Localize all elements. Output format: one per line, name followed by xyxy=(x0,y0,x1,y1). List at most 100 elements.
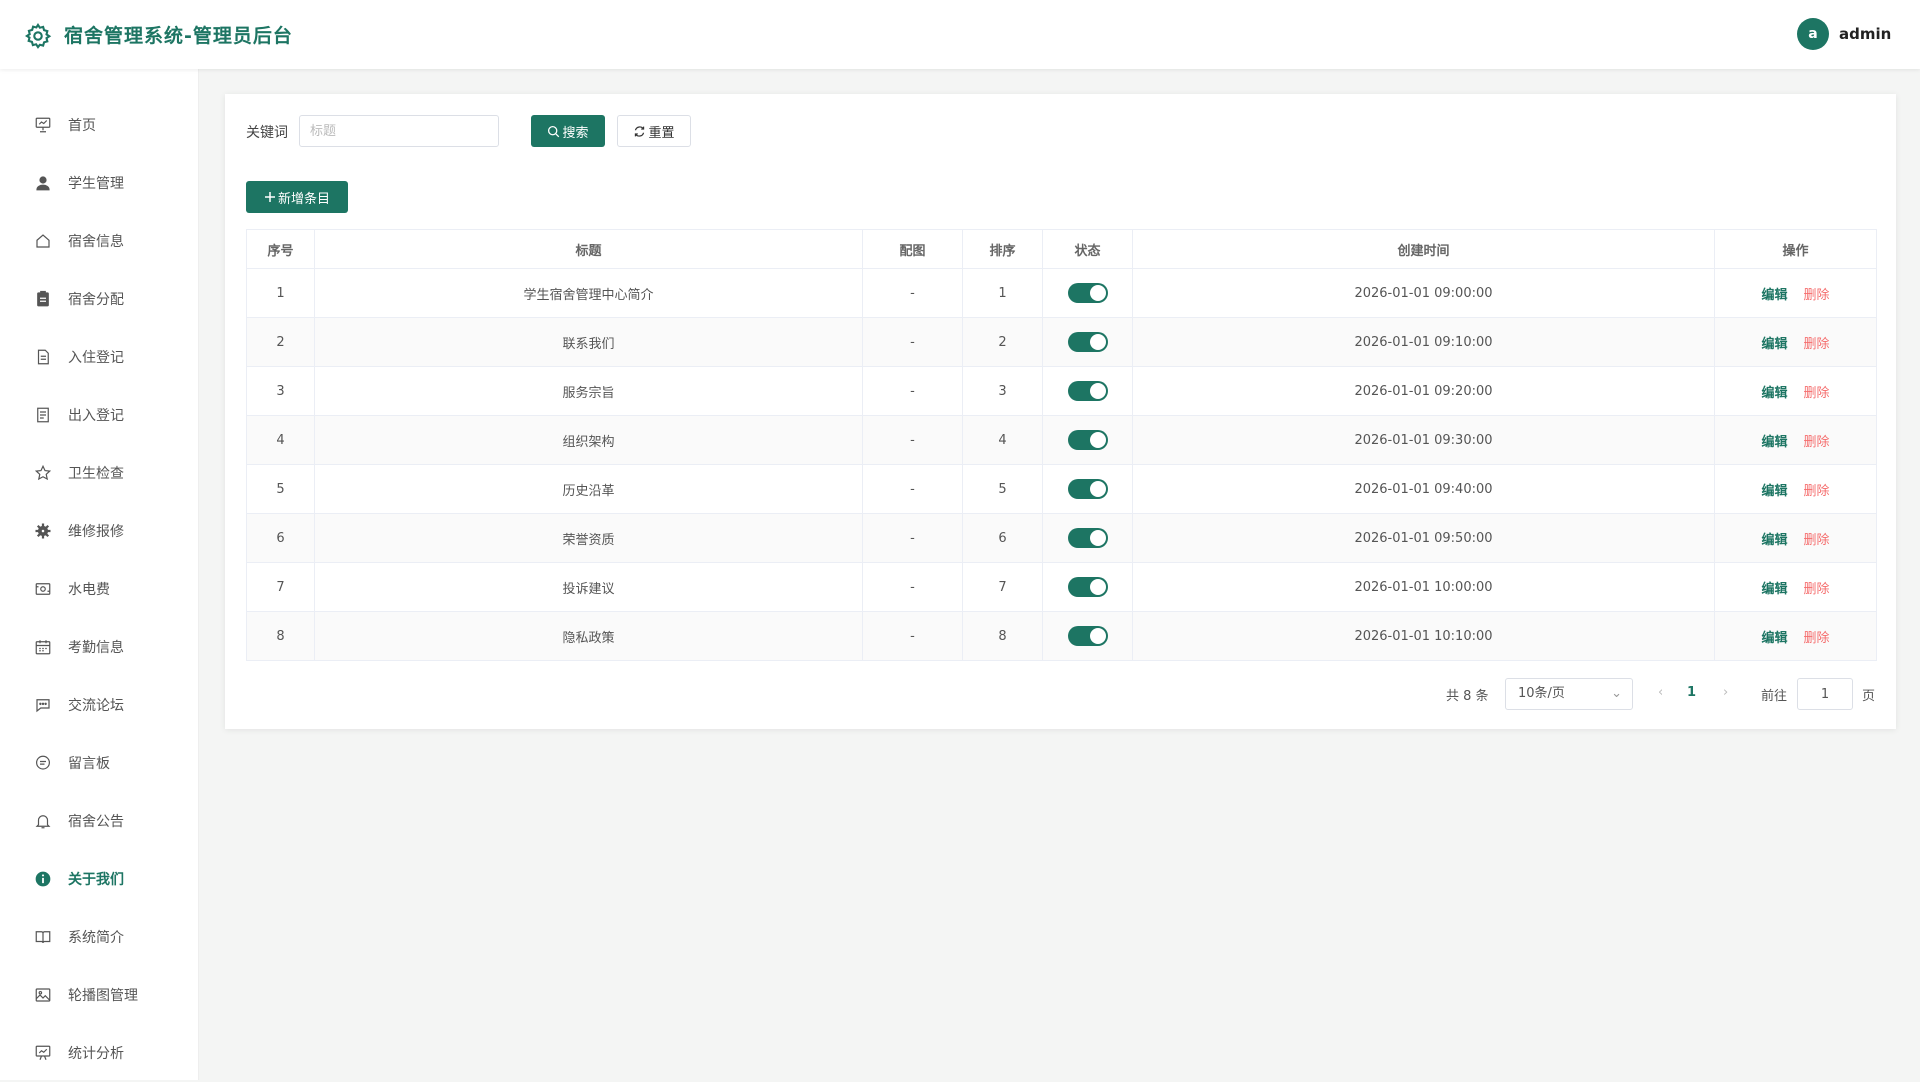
delete-link[interactable]: 删除 xyxy=(1804,484,1830,499)
col-header-image: 配图 xyxy=(862,229,963,269)
sidebar-item-6[interactable]: 卫生检查 xyxy=(0,444,199,502)
cell-image: - xyxy=(862,513,963,563)
delete-link[interactable]: 删除 xyxy=(1804,288,1830,303)
sidebar-item-14[interactable]: 系统简介 xyxy=(0,908,199,966)
cell-image: - xyxy=(862,464,963,514)
sidebar-item-13[interactable]: 关于我们 xyxy=(0,850,199,908)
delete-link[interactable]: 删除 xyxy=(1804,386,1830,401)
sidebar-item-0[interactable]: 首页 xyxy=(0,96,199,154)
prev-page-button[interactable]: ‹ xyxy=(1658,685,1663,700)
table-row: 5 历史沿革 -5 2026-01-01 09:40:00 编辑 删除 xyxy=(246,464,1877,514)
keyword-input[interactable] xyxy=(299,115,499,147)
edit-link[interactable]: 编辑 xyxy=(1761,631,1787,646)
status-toggle[interactable] xyxy=(1067,430,1108,450)
sidebar-item-label: 轮播图管理 xyxy=(68,988,138,1004)
sidebar-item-label: 统计分析 xyxy=(68,1046,124,1062)
sidebar-item-5[interactable]: 出入登记 xyxy=(0,386,199,444)
edit-link[interactable]: 编辑 xyxy=(1761,288,1787,303)
sidebar-item-1[interactable]: 学生管理 xyxy=(0,154,199,212)
cell-status xyxy=(1042,464,1133,514)
status-toggle[interactable] xyxy=(1067,626,1108,646)
page-size-select[interactable]: 10条/页 ⌄ xyxy=(1505,678,1633,710)
cell-image: - xyxy=(862,268,963,318)
goto-page-input[interactable] xyxy=(1797,678,1853,710)
search-button[interactable]: 搜索 xyxy=(531,115,605,147)
sidebar-item-label: 卫生检查 xyxy=(68,466,124,482)
data-board-icon xyxy=(34,1044,52,1062)
edit-link[interactable]: 编辑 xyxy=(1761,533,1787,548)
cell-sort: 8 xyxy=(962,611,1043,661)
chat-dots-icon xyxy=(34,696,52,714)
cell-index: 6 xyxy=(246,513,315,563)
add-item-button[interactable]: 新增条目 xyxy=(246,181,348,213)
bell-icon xyxy=(34,812,52,830)
refresh-icon xyxy=(635,125,645,137)
sidebar-item-11[interactable]: 留言板 xyxy=(0,734,199,792)
cell-status xyxy=(1042,366,1133,416)
cell-title: 联系我们 xyxy=(314,317,863,367)
sidebar-item-label: 宿舍信息 xyxy=(68,234,124,250)
delete-link[interactable]: 删除 xyxy=(1804,631,1830,646)
status-toggle[interactable] xyxy=(1067,381,1108,401)
sidebar-item-8[interactable]: 水电费 xyxy=(0,560,199,618)
current-page-number[interactable]: 1 xyxy=(1687,685,1696,700)
next-page-button[interactable]: › xyxy=(1723,685,1728,700)
delete-link[interactable]: 删除 xyxy=(1804,533,1830,548)
cell-created: 2026-01-01 09:30:00 xyxy=(1132,415,1715,465)
sidebar-item-9[interactable]: 考勤信息 xyxy=(0,618,199,676)
cell-image: - xyxy=(862,317,963,367)
col-header-created: 创建时间 xyxy=(1132,229,1715,269)
cell-title: 历史沿革 xyxy=(314,464,863,514)
status-toggle[interactable] xyxy=(1067,528,1108,548)
cell-created: 2026-01-01 09:50:00 xyxy=(1132,513,1715,563)
table-row: 8 隐私政策 -8 2026-01-01 10:10:00 编辑 删除 xyxy=(246,611,1877,661)
keyword-label: 关键词 xyxy=(246,125,288,141)
delete-link[interactable]: 删除 xyxy=(1804,337,1830,352)
delete-link[interactable]: 删除 xyxy=(1804,435,1830,450)
sidebar-item-4[interactable]: 入住登记 xyxy=(0,328,199,386)
cell-sort: 1 xyxy=(962,268,1043,318)
status-toggle[interactable] xyxy=(1067,332,1108,352)
edit-link[interactable]: 编辑 xyxy=(1761,337,1787,352)
username[interactable]: admin xyxy=(1839,25,1891,43)
sidebar-item-2[interactable]: 宿舍信息 xyxy=(0,212,199,270)
edit-link[interactable]: 编辑 xyxy=(1761,484,1787,499)
cell-created: 2026-01-01 10:00:00 xyxy=(1132,562,1715,612)
data-table: 序号 标题 配图 排序 状态 创建时间 操作 1 学生宿舍管理中心简介 -1 2026… xyxy=(246,229,1877,661)
cell-image: - xyxy=(862,562,963,612)
reset-button[interactable]: 重置 xyxy=(617,115,691,147)
sidebar-item-10[interactable]: 交流论坛 xyxy=(0,676,199,734)
presentation-icon xyxy=(34,116,52,134)
toggle-knob xyxy=(1089,383,1106,399)
cell-title: 学生宿舍管理中心简介 xyxy=(314,268,863,318)
toggle-knob xyxy=(1089,334,1106,350)
cell-sort: 2 xyxy=(962,317,1043,367)
status-toggle[interactable] xyxy=(1067,479,1108,499)
table-row: 3 服务宗旨 -3 2026-01-01 09:20:00 编辑 删除 xyxy=(246,366,1877,416)
toggle-knob xyxy=(1089,579,1106,595)
cell-actions: 编辑 删除 xyxy=(1714,366,1877,416)
sidebar-item-15[interactable]: 轮播图管理 xyxy=(0,966,199,1024)
avatar[interactable]: a xyxy=(1797,18,1829,50)
edit-link[interactable]: 编辑 xyxy=(1761,582,1787,597)
table-row: 4 组织架构 -4 2026-01-01 09:30:00 编辑 删除 xyxy=(246,415,1877,465)
table-header-row: 序号 标题 配图 排序 状态 创建时间 操作 xyxy=(246,229,1877,269)
sidebar-item-16[interactable]: 统计分析 xyxy=(0,1024,199,1082)
status-toggle[interactable] xyxy=(1067,283,1108,303)
edit-link[interactable]: 编辑 xyxy=(1761,386,1787,401)
cell-title: 投诉建议 xyxy=(314,562,863,612)
sidebar-item-label: 入住登记 xyxy=(68,350,124,366)
sidebar-item-12[interactable]: 宿舍公告 xyxy=(0,792,199,850)
cell-status xyxy=(1042,611,1133,661)
cell-sort: 7 xyxy=(962,562,1043,612)
sidebar-item-3[interactable]: 宿舍分配 xyxy=(0,270,199,328)
search-icon xyxy=(548,125,560,137)
table-row: 7 投诉建议 -7 2026-01-01 10:00:00 编辑 删除 xyxy=(246,562,1877,612)
status-toggle[interactable] xyxy=(1067,577,1108,597)
edit-link[interactable]: 编辑 xyxy=(1761,435,1787,450)
col-header-title: 标题 xyxy=(314,229,863,269)
cell-actions: 编辑 删除 xyxy=(1714,611,1877,661)
sidebar-item-7[interactable]: 维修报修 xyxy=(0,502,199,560)
delete-link[interactable]: 删除 xyxy=(1804,582,1830,597)
sidebar-item-label: 宿舍公告 xyxy=(68,814,124,830)
